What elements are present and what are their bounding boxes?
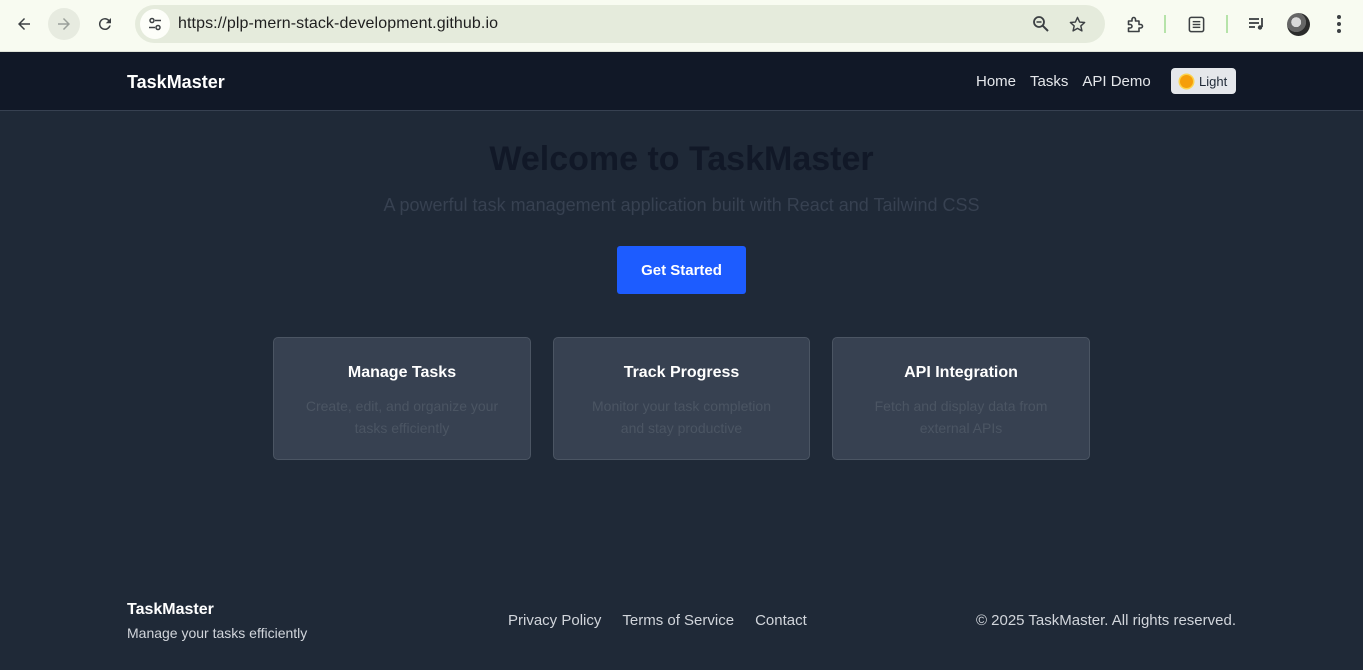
footer-link-terms[interactable]: Terms of Service — [622, 612, 734, 629]
puzzle-icon — [1127, 16, 1143, 32]
theme-toggle-label: Light — [1199, 73, 1228, 89]
get-started-button[interactable]: Get Started — [617, 246, 746, 294]
media-controls-icon — [1249, 18, 1263, 30]
url-text[interactable]: https://plp-mern-stack-development.githu… — [178, 15, 498, 33]
site-info-button[interactable] — [140, 9, 170, 39]
tune-icon — [149, 17, 161, 31]
hero-title: Welcome to TaskMaster — [489, 140, 874, 178]
back-button[interactable] — [8, 8, 40, 40]
feature-card-description: Monitor your task completion and stay pr… — [592, 398, 771, 436]
nav-api-demo[interactable]: API Demo — [1082, 73, 1150, 90]
forward-button[interactable] — [48, 8, 80, 40]
reload-icon — [98, 18, 111, 31]
brand-logo[interactable]: TaskMaster — [127, 72, 225, 93]
feature-card-title: Manage Tasks — [347, 364, 457, 381]
nav-home[interactable]: Home — [976, 73, 1016, 90]
main-nav: Home Tasks API Demo — [976, 73, 1151, 90]
toolbar-divider — [1164, 15, 1166, 33]
zoom-icon — [1033, 16, 1049, 32]
zoom-button[interactable] — [1031, 14, 1051, 34]
arrow-left-icon — [18, 18, 30, 30]
address-bar[interactable]: https://plp-mern-stack-development.githu… — [135, 5, 1105, 43]
footer-brand: TaskMaster — [127, 601, 214, 618]
copyright-text: © 2025 TaskMaster. All rights reserved. — [975, 612, 1236, 629]
footer-tagline: Manage your tasks efficiently — [127, 625, 308, 641]
feature-card-description: Fetch and display data from external API… — [874, 398, 1048, 436]
hero-subtitle: A powerful task management application b… — [383, 195, 980, 215]
nav-tasks[interactable]: Tasks — [1030, 73, 1068, 90]
browser-menu-button[interactable] — [1328, 13, 1350, 35]
media-controls-button[interactable] — [1246, 13, 1268, 35]
sun-icon — [1180, 74, 1193, 88]
star-icon — [1069, 16, 1085, 32]
profile-avatar[interactable] — [1287, 13, 1310, 36]
browser-toolbar: https://plp-mern-stack-development.githu… — [0, 0, 1363, 52]
bookmark-button[interactable] — [1067, 14, 1087, 34]
footer-link-privacy[interactable]: Privacy Policy — [508, 612, 601, 629]
theme-toggle-button[interactable]: Light — [1171, 68, 1236, 94]
footer-links: Privacy Policy Terms of Service Contact — [508, 612, 807, 629]
extensions-button[interactable] — [1124, 13, 1146, 35]
reload-button[interactable] — [89, 8, 121, 40]
feature-card-title: Track Progress — [623, 364, 740, 381]
feature-card-title: API Integration — [904, 364, 1018, 381]
kebab-menu-icon — [1337, 15, 1341, 33]
toolbar-divider — [1226, 15, 1228, 33]
feature-card-api-integration: API Integration Fetch and display data f… — [832, 337, 1090, 460]
feature-card-manage-tasks: Manage Tasks Create, edit, and organize … — [273, 337, 531, 460]
footer-link-contact[interactable]: Contact — [755, 612, 807, 629]
feature-card-track-progress: Track Progress Monitor your task complet… — [553, 337, 810, 460]
arrow-right-icon — [58, 18, 70, 30]
reading-list-button[interactable] — [1185, 13, 1207, 35]
reading-list-icon — [1188, 16, 1204, 32]
feature-card-description: Create, edit, and organize your tasks ef… — [305, 398, 499, 436]
app-header: TaskMaster Home Tasks API Demo Light — [0, 52, 1363, 111]
